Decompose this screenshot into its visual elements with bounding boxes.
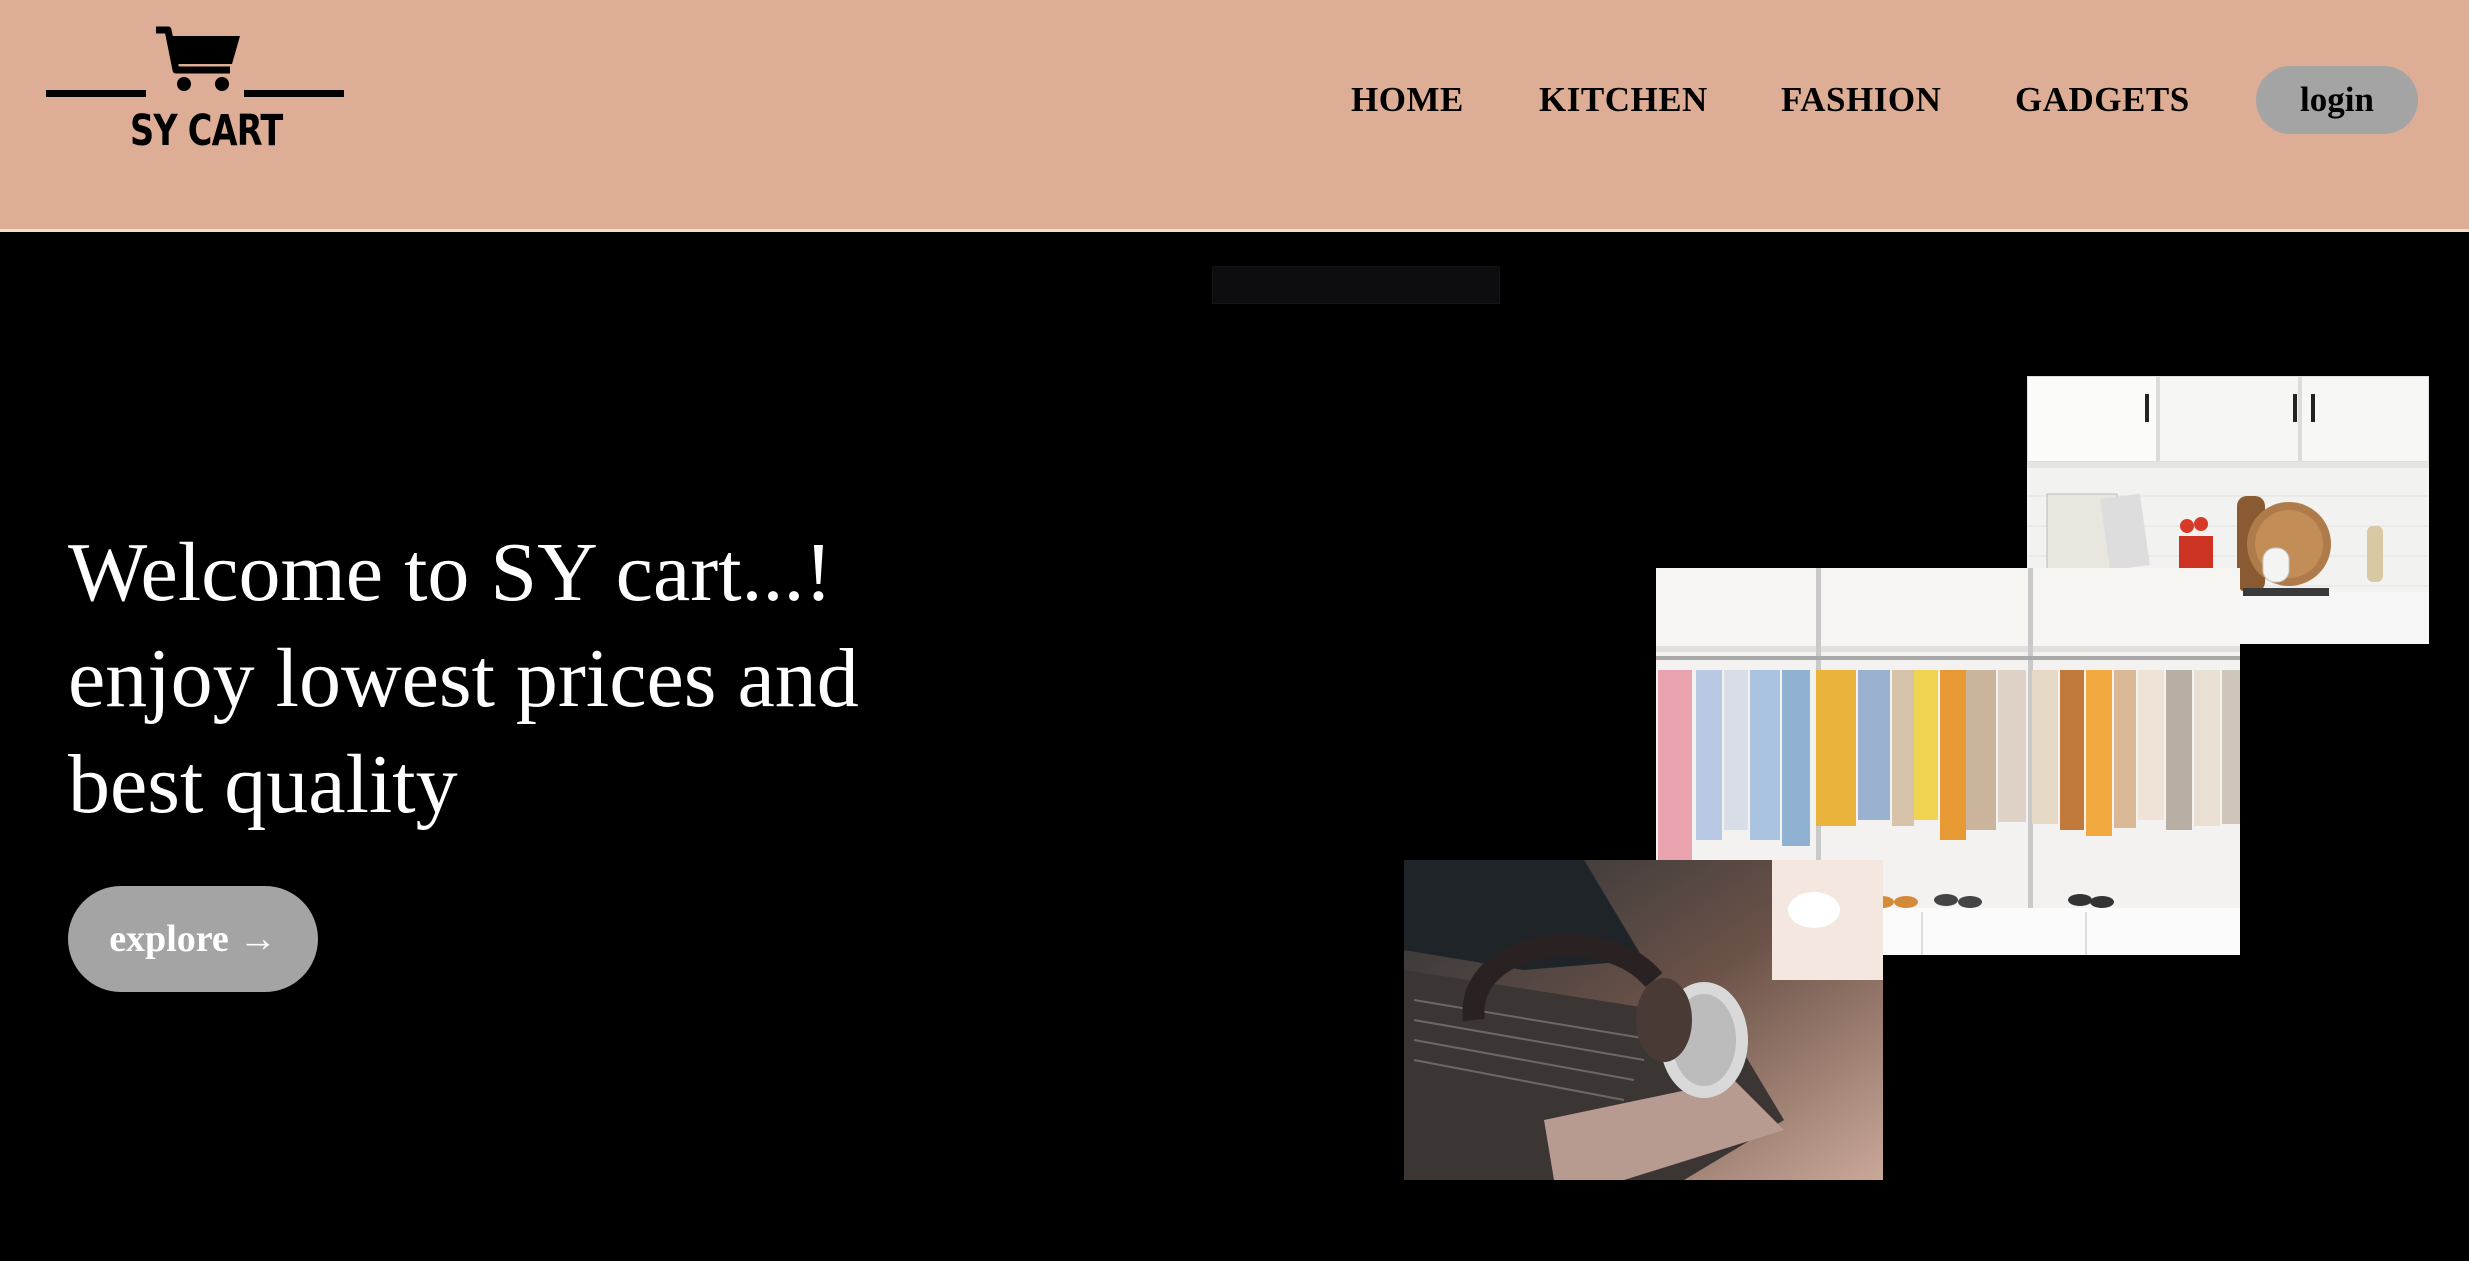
hero-line-2: enjoy lowest prices and	[68, 632, 859, 725]
hero-line-1: Welcome to SY cart...!	[68, 526, 833, 619]
brand-logo[interactable]: SY CART	[46, 24, 346, 164]
laptop-headphones-photo[interactable]	[1404, 860, 1883, 1180]
logo-line-right	[244, 90, 344, 97]
hero-line-3: best quality	[68, 738, 458, 831]
nav-fashion[interactable]: FASHION	[1781, 72, 1941, 128]
arrow-right-icon: →	[238, 918, 277, 960]
logo-line-left	[46, 90, 146, 97]
hidden-banner-bar	[1212, 266, 1500, 304]
site-header: SY CART HOME KITCHEN FASHION GADGETS log…	[0, 0, 2469, 232]
nav-home[interactable]: HOME	[1351, 72, 1464, 128]
explore-label: explore	[109, 918, 229, 960]
hero-heading: Welcome to SY cart...! enjoy lowest pric…	[68, 520, 968, 838]
login-button[interactable]: login	[2256, 66, 2418, 134]
shopping-cart-icon	[156, 26, 240, 91]
nav-kitchen[interactable]: KITCHEN	[1539, 72, 1708, 128]
nav-gadgets[interactable]: GADGETS	[2015, 72, 2190, 128]
explore-button[interactable]: explore →	[68, 886, 318, 992]
brand-name: SY CART	[130, 106, 283, 156]
